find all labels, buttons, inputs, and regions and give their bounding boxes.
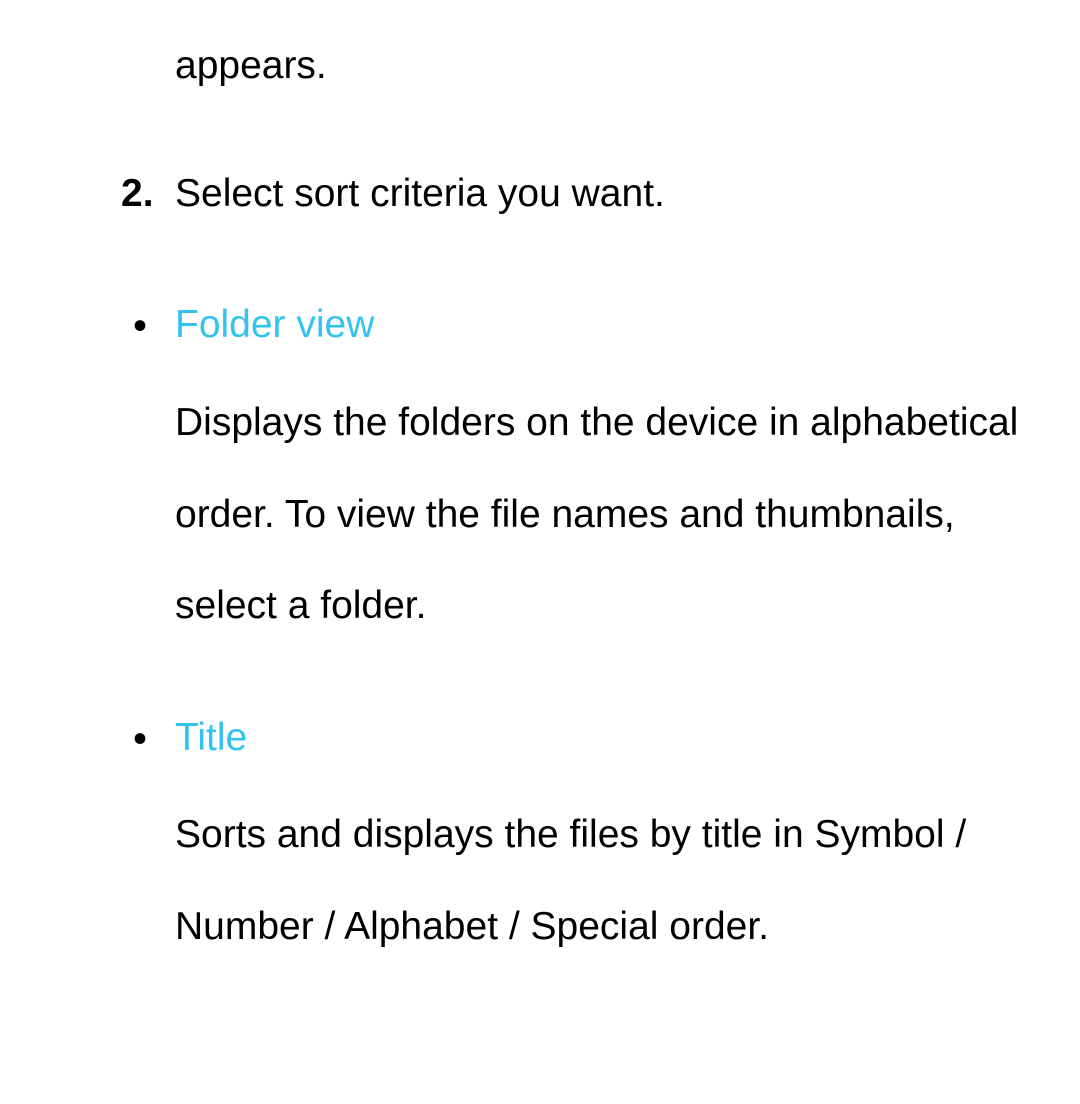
step-2-text: Select sort criteria you want. (175, 172, 665, 215)
sort-option-description: Displays the folders on the device in al… (175, 377, 1020, 652)
sort-option-description: Sorts and displays the files by title in… (175, 789, 1020, 972)
fragment-text: appears. (175, 44, 327, 87)
step-2: 2. Select sort criteria you want. (175, 148, 1020, 240)
sort-option-title: Title (175, 692, 1020, 784)
sort-option-title-sort: • Title Sorts and displays the files by … (175, 692, 1020, 973)
fragment-previous-paragraph: appears. (175, 20, 1020, 112)
sort-option-title: Folder view (175, 279, 1020, 371)
bullet-icon: • (133, 279, 147, 373)
step-2-marker: 2. (121, 148, 154, 240)
bullet-icon: • (133, 692, 147, 786)
sort-option-folder-view: • Folder view Displays the folders on th… (175, 279, 1020, 652)
